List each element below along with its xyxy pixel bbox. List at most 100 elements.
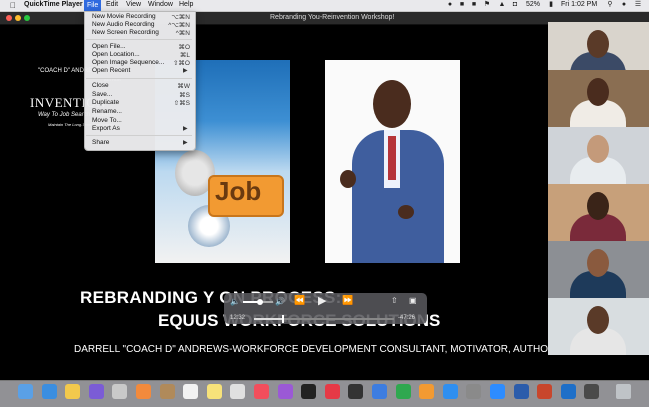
menu-separator (86, 78, 192, 79)
shortcut-open-location: ⌘L (179, 52, 190, 59)
volume-low-icon[interactable]: 🔈 (230, 297, 240, 306)
notification-center-icon[interactable]: ☰ (634, 1, 642, 9)
menu-separator (86, 39, 192, 40)
participant-face (587, 30, 609, 58)
spotlight-search-icon[interactable]: ⚲ (606, 1, 614, 9)
flag-icon[interactable]: ⚑ (483, 1, 491, 9)
menu-item-open-location[interactable]: Open Location... (92, 51, 140, 58)
system-preferences-icon[interactable] (466, 384, 482, 399)
picture-in-picture-icon[interactable]: ▣ (409, 296, 417, 305)
launchpad-icon[interactable] (112, 384, 128, 399)
menu-item-new-movie-recording[interactable]: New Movie Recording (92, 13, 156, 20)
participant-video-tile[interactable] (548, 70, 649, 127)
participant-video-tile[interactable] (548, 184, 649, 241)
quicktime-icon[interactable] (584, 384, 600, 399)
presenter-head (373, 80, 411, 128)
bluetooth-icon[interactable]: ● (446, 1, 454, 9)
menu-item-open-file[interactable]: Open File... (92, 43, 126, 50)
podcasts-icon[interactable] (277, 384, 293, 399)
menu-item-new-screen-recording[interactable]: New Screen Recording (92, 29, 159, 36)
menu-help[interactable]: Help (179, 1, 193, 8)
participant-face (587, 192, 609, 220)
outlook-icon[interactable] (560, 384, 576, 399)
app-menu[interactable]: QuickTime Player (24, 1, 83, 8)
presenter-hand-left (340, 170, 356, 188)
pages-icon[interactable] (419, 384, 435, 399)
photos-icon[interactable] (136, 384, 151, 399)
trash-icon[interactable] (616, 384, 631, 399)
participant-video-tile[interactable] (548, 127, 649, 184)
fast-forward-button[interactable]: ⏩ (342, 295, 353, 306)
participant-face (587, 249, 609, 277)
notes-status-icon[interactable]: ■ (458, 1, 466, 9)
user-icon[interactable]: ● (620, 1, 628, 9)
play-button[interactable]: ▶ (318, 294, 326, 307)
stocks-icon[interactable] (348, 384, 364, 399)
chrome-icon[interactable] (65, 384, 81, 399)
siri-icon[interactable] (88, 384, 104, 399)
submenu-arrow-icon: ▶ (183, 126, 188, 132)
calendar-icon[interactable] (183, 384, 199, 399)
apple-icon[interactable]:  (10, 1, 16, 10)
shortcut-save: ⌘S (179, 92, 190, 99)
menu-window[interactable]: Window (148, 1, 173, 8)
seek-playhead[interactable] (282, 315, 284, 323)
battery-percent[interactable]: 52% (526, 1, 540, 8)
close-window-button[interactable] (6, 15, 12, 21)
reminders-icon[interactable] (230, 384, 246, 399)
music-icon[interactable] (254, 384, 269, 399)
minimize-window-button[interactable] (15, 15, 21, 21)
menu-item-export-as[interactable]: Export As (92, 125, 120, 132)
rewind-button[interactable]: ⏪ (294, 295, 305, 306)
menu-view[interactable]: View (126, 1, 141, 8)
menu-item-move-to[interactable]: Move To... (92, 117, 122, 124)
word-icon[interactable] (513, 384, 529, 399)
battery-icon[interactable]: ▮ (545, 1, 557, 9)
tv-icon[interactable] (301, 384, 317, 399)
window-title: Rebranding You-Reinvention Workshop! (270, 14, 395, 21)
seek-fill (254, 318, 282, 320)
volume-high-icon[interactable]: 🔊 (275, 297, 285, 306)
menu-item-share[interactable]: Share (92, 139, 109, 146)
zoom-window-button[interactable] (24, 15, 30, 21)
numbers-icon[interactable] (395, 384, 411, 399)
menu-item-open-recent[interactable]: Open Recent (92, 67, 130, 74)
safari-icon[interactable] (41, 384, 57, 399)
zoom-status-icon[interactable]: ■ (470, 1, 478, 9)
menu-separator (86, 135, 192, 136)
participant-face (587, 135, 609, 163)
powerpoint-icon[interactable] (537, 384, 553, 399)
shortcut-duplicate: ⇧⌘S (173, 100, 190, 107)
menu-item-close[interactable]: Close (92, 82, 109, 89)
participant-video-tile[interactable] (548, 241, 649, 298)
job-tag-text: Job (215, 176, 262, 206)
shortcut-new-movie-recording: ⌥⌘N (171, 14, 190, 21)
finder-icon[interactable] (18, 384, 33, 399)
menu-file[interactable]: File (84, 0, 102, 11)
remaining-time: -47:26 (398, 315, 416, 321)
submenu-arrow-icon: ▶ (183, 68, 188, 74)
app-store-icon[interactable] (442, 384, 458, 399)
clock[interactable]: Fri 1:02 PM (561, 1, 597, 8)
volume-status-icon[interactable]: ▲ (498, 1, 506, 9)
menu-item-rename[interactable]: Rename... (92, 108, 122, 115)
menu-item-save[interactable]: Save... (92, 91, 112, 98)
participant-video-tile[interactable] (548, 298, 649, 355)
menu-item-new-audio-recording[interactable]: New Audio Recording (92, 21, 155, 28)
menu-item-duplicate[interactable]: Duplicate (92, 99, 119, 106)
wifi-icon[interactable]: ◘ (511, 1, 519, 9)
shortcut-new-screen-recording: ^⌘N (175, 30, 190, 37)
news-icon[interactable] (324, 384, 340, 399)
keynote-icon[interactable] (372, 384, 387, 399)
presenter-tie (388, 136, 396, 180)
notes-icon[interactable] (206, 384, 222, 399)
participant-face (587, 306, 609, 334)
share-icon[interactable]: ⇧ (391, 296, 398, 305)
menu-edit[interactable]: Edit (106, 1, 118, 8)
contacts-icon[interactable] (159, 384, 175, 399)
menu-item-open-image-sequence[interactable]: Open Image Sequence... (92, 59, 164, 66)
shortcut-open-image-sequence: ⇧⌘O (172, 60, 190, 67)
volume-knob[interactable] (256, 299, 263, 305)
submenu-arrow-icon: ▶ (183, 140, 188, 146)
zoom-icon[interactable] (490, 384, 505, 399)
